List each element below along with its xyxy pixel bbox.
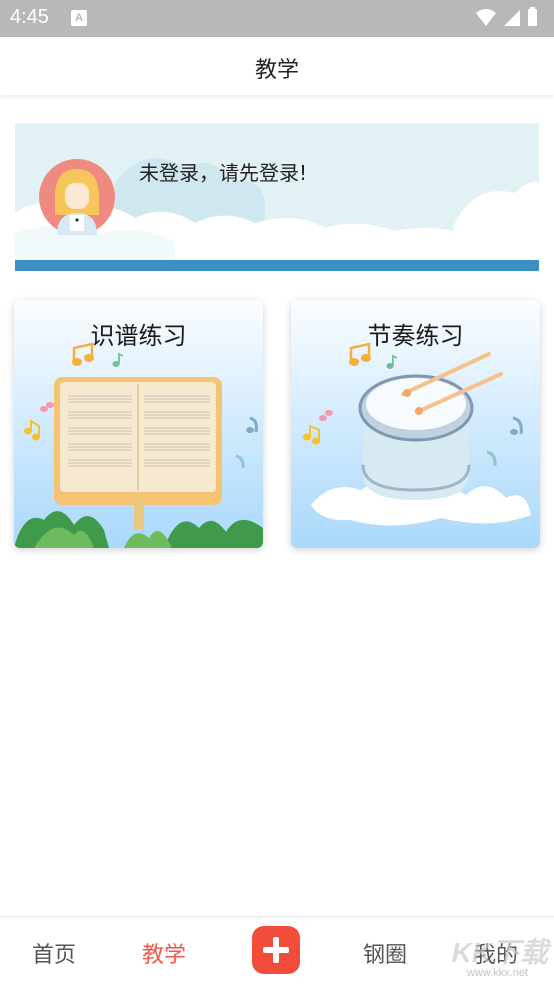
banner-strip	[15, 260, 539, 271]
avatar-girl-icon	[39, 159, 115, 235]
tab-piano[interactable]: 钢圈	[363, 937, 407, 969]
app-header: 教学	[0, 37, 554, 95]
rhythm-card[interactable]: 节奏练习	[291, 300, 540, 548]
watermark-url: www.kkx.net	[466, 967, 528, 979]
page-title: 教学	[254, 58, 299, 83]
tab-home[interactable]: 首页	[32, 937, 76, 969]
wifi-icon	[476, 9, 496, 26]
watermark-logo: KK下载	[451, 937, 548, 968]
card-title: 节奏练习	[367, 322, 464, 350]
plus-icon	[263, 937, 289, 963]
card-title: 识谱练习	[90, 322, 187, 350]
login-prompt: 未登录，请先登录!	[139, 161, 308, 185]
status-time: 4:45	[10, 6, 49, 28]
login-banner[interactable]: 未登录，请先登录!	[15, 123, 539, 271]
status-bar: 4:45 A	[0, 0, 554, 37]
sight-reading-card[interactable]: 识谱练习	[14, 300, 263, 548]
notification-a-icon: A	[71, 10, 87, 26]
status-icons	[476, 7, 537, 26]
tab-teaching[interactable]: 教学	[142, 937, 186, 969]
signal-icon	[504, 10, 520, 26]
bottom-tab-bar: 首页 教学 钢圈 我的 KK下载 www.kkx.net	[0, 916, 554, 984]
battery-icon	[528, 9, 537, 26]
add-button[interactable]	[252, 926, 300, 974]
